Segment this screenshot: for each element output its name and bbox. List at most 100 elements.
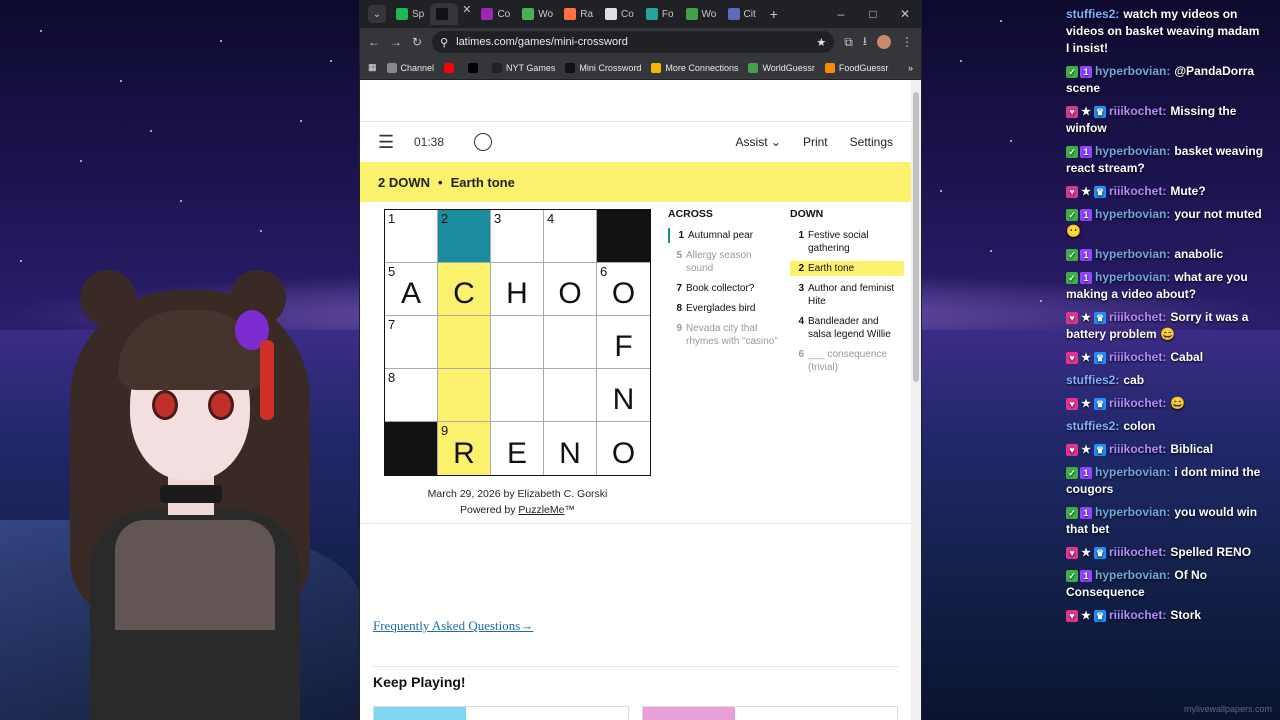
- site-info-icon[interactable]: ⚲: [440, 36, 448, 49]
- bookmark-item[interactable]: Channel: [386, 62, 434, 73]
- settings-button[interactable]: Settings: [850, 135, 893, 149]
- grid-cell[interactable]: F: [597, 316, 650, 369]
- grid-cell[interactable]: O: [597, 422, 650, 475]
- grid-cell[interactable]: 1: [385, 210, 438, 263]
- grid-cell[interactable]: [438, 369, 491, 422]
- chat-username[interactable]: riiikochet:: [1109, 350, 1166, 364]
- assist-menu[interactable]: Assist ⌄: [736, 135, 781, 149]
- hamburger-menu-icon[interactable]: ☰: [378, 132, 414, 153]
- down-clue[interactable]: 1 Festive social gathering: [790, 228, 904, 256]
- chat-username[interactable]: riiikochet:: [1109, 545, 1166, 559]
- chat-username[interactable]: hyperbovian:: [1095, 144, 1170, 158]
- across-clue[interactable]: 9 Nevada city that rhymes with “casino”: [668, 321, 782, 349]
- chat-username[interactable]: hyperbovian:: [1095, 64, 1170, 78]
- grid-cell[interactable]: O: [544, 263, 597, 316]
- faq-link[interactable]: Frequently Asked Questions→: [373, 618, 533, 634]
- scrollbar-thumb[interactable]: [913, 92, 919, 382]
- new-tab-button[interactable]: +: [762, 6, 786, 22]
- bookmark-item[interactable]: [468, 62, 482, 73]
- chat-username[interactable]: hyperbovian:: [1095, 207, 1170, 221]
- bookmark-star-icon[interactable]: ★: [816, 36, 826, 49]
- grid-cell[interactable]: 8: [385, 369, 438, 422]
- forward-icon[interactable]: →: [390, 35, 402, 49]
- extensions-icon[interactable]: ⧉: [844, 35, 853, 50]
- across-clue[interactable]: 1 Autumnal pear: [668, 228, 782, 243]
- bookmark-item[interactable]: FoodGuessr: [824, 62, 888, 73]
- chat-username[interactable]: riiikochet:: [1109, 104, 1166, 118]
- down-clue[interactable]: 4 Bandleader and salsa legend Willie: [790, 314, 904, 342]
- close-window-icon[interactable]: ✕: [889, 7, 921, 21]
- tab-close-icon[interactable]: ✕: [458, 3, 475, 25]
- back-icon[interactable]: ←: [368, 35, 380, 49]
- page-scrollbar[interactable]: [911, 80, 921, 720]
- bookmark-item[interactable]: Mini Crossword: [565, 62, 641, 73]
- chat-username[interactable]: hyperbovian:: [1095, 247, 1170, 261]
- chat-username[interactable]: riiikochet:: [1109, 608, 1166, 622]
- print-button[interactable]: Print: [803, 135, 828, 149]
- bookmark-item[interactable]: NYT Games: [492, 62, 555, 73]
- grid-cell[interactable]: 9R: [438, 422, 491, 475]
- tab[interactable]: Wo: [516, 3, 558, 25]
- tab[interactable]: Sp: [390, 3, 430, 25]
- grid-cell[interactable]: [544, 316, 597, 369]
- maximize-icon[interactable]: □: [857, 7, 889, 21]
- grid-cell[interactable]: N: [544, 422, 597, 475]
- tab[interactable]: Ra: [558, 3, 599, 25]
- grid-cell[interactable]: 5A: [385, 263, 438, 316]
- tab[interactable]: Wo: [680, 3, 722, 25]
- across-clue[interactable]: 5 Allergy season sound: [668, 248, 782, 276]
- game-card-2[interactable]: [642, 706, 898, 720]
- chat-username[interactable]: hyperbovian:: [1095, 505, 1170, 519]
- grid-cell[interactable]: 6O: [597, 263, 650, 316]
- grid-cell[interactable]: H: [491, 263, 544, 316]
- game-card-1[interactable]: [373, 706, 629, 720]
- across-clue[interactable]: 7 Book collector?: [668, 281, 782, 296]
- grid-cell[interactable]: [544, 369, 597, 422]
- tab-search-button[interactable]: ⌄: [368, 5, 386, 23]
- add-user-icon[interactable]: [474, 133, 492, 151]
- down-clue[interactable]: 3 Author and feminist Hite: [790, 281, 904, 309]
- chat-username[interactable]: riiikochet:: [1109, 442, 1166, 456]
- chat-username[interactable]: riiikochet:: [1109, 310, 1166, 324]
- chat-username[interactable]: riiikochet:: [1109, 184, 1166, 198]
- across-clue[interactable]: 8 Everglades bird: [668, 301, 782, 316]
- grid-cell[interactable]: 2: [438, 210, 491, 263]
- tab[interactable]: Fo: [640, 3, 680, 25]
- tab[interactable]: Co: [475, 3, 516, 25]
- grid-cell[interactable]: [491, 316, 544, 369]
- download-icon[interactable]: ⭳: [863, 32, 867, 53]
- chat-username[interactable]: riiikochet:: [1109, 396, 1166, 410]
- chat-username[interactable]: stuffies2:: [1066, 7, 1119, 21]
- bookmark-item[interactable]: More Connections: [651, 62, 738, 73]
- tab[interactable]: Co: [599, 3, 640, 25]
- profile-avatar[interactable]: [877, 35, 891, 49]
- bookmark-item[interactable]: [444, 62, 458, 73]
- chat-username[interactable]: hyperbovian:: [1095, 465, 1170, 479]
- grid-cell[interactable]: C: [438, 263, 491, 316]
- grid-cell[interactable]: 7: [385, 316, 438, 369]
- chat-username[interactable]: hyperbovian:: [1095, 270, 1170, 284]
- grid-cell[interactable]: 3: [491, 210, 544, 263]
- chat-username[interactable]: stuffies2:: [1066, 419, 1119, 433]
- grid-cell[interactable]: E: [491, 422, 544, 475]
- grid-cell[interactable]: [438, 316, 491, 369]
- grid-cell[interactable]: [491, 369, 544, 422]
- grid-cell[interactable]: N: [597, 369, 650, 422]
- bookmark-favicon-icon: [824, 62, 835, 73]
- down-clue[interactable]: 6 ___ consequence (trivial): [790, 347, 904, 375]
- tab[interactable]: Cit: [722, 3, 762, 25]
- down-clue[interactable]: 2 Earth tone: [790, 261, 904, 276]
- browser-menu-icon[interactable]: ⋮: [901, 35, 913, 49]
- grid-cell[interactable]: 4: [544, 210, 597, 263]
- url-text[interactable]: latimes.com/games/mini-crossword: [456, 36, 628, 48]
- chat-username[interactable]: stuffies2:: [1066, 373, 1119, 387]
- puzzleme-link[interactable]: PuzzleMe: [518, 504, 564, 516]
- minimize-icon[interactable]: –: [825, 7, 857, 21]
- bookmark-item[interactable]: WorldGuessr: [748, 62, 815, 73]
- tab-active[interactable]: [430, 3, 459, 25]
- reload-icon[interactable]: ↻: [412, 35, 422, 49]
- more-bookmarks-icon[interactable]: »: [908, 63, 913, 73]
- url-omnibox[interactable]: ⚲ latimes.com/games/mini-crossword ★: [432, 31, 835, 53]
- apps-grid-icon[interactable]: ▦: [368, 62, 377, 73]
- chat-username[interactable]: hyperbovian:: [1095, 568, 1170, 582]
